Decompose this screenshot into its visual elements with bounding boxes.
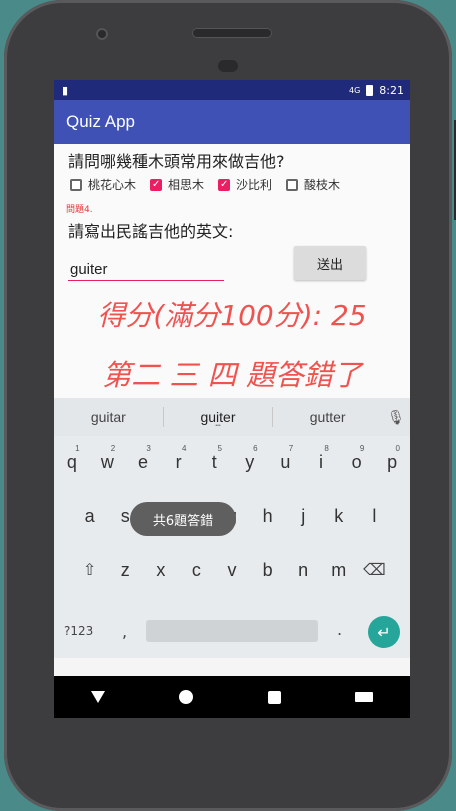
enter-icon[interactable]: ↵ <box>368 616 400 648</box>
option-label: 桃花心木 <box>88 178 137 192</box>
key-l[interactable]: l <box>357 496 393 536</box>
wood-options: 桃花心木 ✓ 相思木 ✓ 沙比利 酸枝木 <box>70 176 346 193</box>
screen: ▮ 4G 8:21 Quiz App 請問哪幾種木頭常用來做吉他? 桃花心木 ✓… <box>54 80 410 718</box>
option-label: 沙比利 <box>236 178 273 192</box>
key-w[interactable]: 2w <box>90 442 126 482</box>
battery-icon <box>366 84 374 96</box>
key-q[interactable]: 1q <box>54 442 90 482</box>
option-mahogany[interactable]: 桃花心木 <box>70 176 136 193</box>
period-key[interactable]: . <box>337 620 342 639</box>
speaker-grille <box>192 28 272 38</box>
key-row-3: ⇧ z x c v b n m ⌫ <box>54 550 410 590</box>
keyboard-switch-icon[interactable] <box>354 692 373 702</box>
symbols-key[interactable]: ?123 <box>64 624 93 638</box>
app-bar: Quiz App <box>54 100 410 144</box>
clock: 8:21 <box>379 83 404 97</box>
key-v[interactable]: v <box>214 550 250 590</box>
option-label: 酸枝木 <box>304 178 341 192</box>
option-label: 相思木 <box>168 178 205 192</box>
checkbox-checked-icon[interactable]: ✓ <box>150 178 163 191</box>
key-t[interactable]: 5t <box>196 442 232 482</box>
wrong-answers-text: 第二 三 四 題答錯了 <box>102 358 362 392</box>
key-m[interactable]: m <box>321 550 357 590</box>
key-e[interactable]: 3e <box>125 442 161 482</box>
app-title: Quiz App <box>66 112 135 131</box>
key-k[interactable]: k <box>321 496 357 536</box>
backspace-icon[interactable]: ⌫ <box>357 550 393 590</box>
score-text: 得分(滿分100分): 25 <box>97 299 367 332</box>
key-c[interactable]: c <box>179 550 215 590</box>
key-r[interactable]: 4r <box>161 442 197 482</box>
question-1: 請問哪幾種木頭常用來做吉他? <box>68 152 285 171</box>
checkbox-icon[interactable] <box>70 178 82 191</box>
option-rosewood[interactable]: 酸枝木 <box>286 176 340 193</box>
key-n[interactable]: n <box>285 550 321 590</box>
signal-icon: 4G <box>349 85 361 95</box>
key-z[interactable]: z <box>107 550 143 590</box>
microphone-icon[interactable]: 🎙 <box>382 409 410 426</box>
comma-key[interactable]: , <box>122 622 127 641</box>
sensor <box>218 60 238 72</box>
key-p[interactable]: 0p <box>374 442 410 482</box>
key-row-1: 1q 2w 3e 4r 5t 6y 7u 8i 9o 0p <box>54 442 410 482</box>
question-hint: 問題4. <box>66 205 93 215</box>
sd-card-icon: ▮ <box>62 83 69 97</box>
option-sapele[interactable]: ✓ 沙比利 <box>218 176 272 193</box>
question-2: 請寫出民謠吉他的英文: <box>68 222 234 241</box>
back-icon[interactable] <box>91 691 106 703</box>
key-b[interactable]: b <box>250 550 286 590</box>
key-row-bottom: ?123 , . ↵ <box>54 612 410 652</box>
key-u[interactable]: 7u <box>268 442 304 482</box>
checkbox-icon[interactable] <box>286 178 299 191</box>
front-camera <box>96 28 108 40</box>
key-j[interactable]: j <box>285 496 321 536</box>
space-key[interactable] <box>146 620 318 642</box>
navigation-bar <box>54 676 410 718</box>
submit-button[interactable]: 送出 <box>294 246 366 280</box>
answer-input[interactable] <box>68 258 224 281</box>
shift-icon[interactable]: ⇧ <box>72 550 108 590</box>
suggestion-strip: guitar guiter gutter 🎙 <box>54 398 410 436</box>
suggestion-1[interactable]: guitar <box>54 409 163 425</box>
key-a[interactable]: a <box>72 496 108 536</box>
key-i[interactable]: 8i <box>303 442 339 482</box>
recents-icon[interactable] <box>267 690 281 704</box>
option-acacia[interactable]: ✓ 相思木 <box>150 176 204 193</box>
status-bar: ▮ 4G 8:21 <box>54 80 410 100</box>
suggestion-3[interactable]: gutter <box>273 409 382 425</box>
checkbox-checked-icon[interactable]: ✓ <box>218 178 231 191</box>
key-y[interactable]: 6y <box>232 442 268 482</box>
home-icon[interactable] <box>179 690 194 704</box>
key-x[interactable]: x <box>143 550 179 590</box>
toast-message: 共6題答錯 <box>130 502 236 536</box>
quiz-content: 請問哪幾種木頭常用來做吉他? 桃花心木 ✓ 相思木 ✓ 沙比利 酸枝木 問題4.… <box>54 144 410 398</box>
key-h[interactable]: h <box>250 496 286 536</box>
phone-frame: ▮ 4G 8:21 Quiz App 請問哪幾種木頭常用來做吉他? 桃花心木 ✓… <box>4 0 456 811</box>
suggestion-2[interactable]: guiter <box>164 409 273 425</box>
key-o[interactable]: 9o <box>339 442 375 482</box>
